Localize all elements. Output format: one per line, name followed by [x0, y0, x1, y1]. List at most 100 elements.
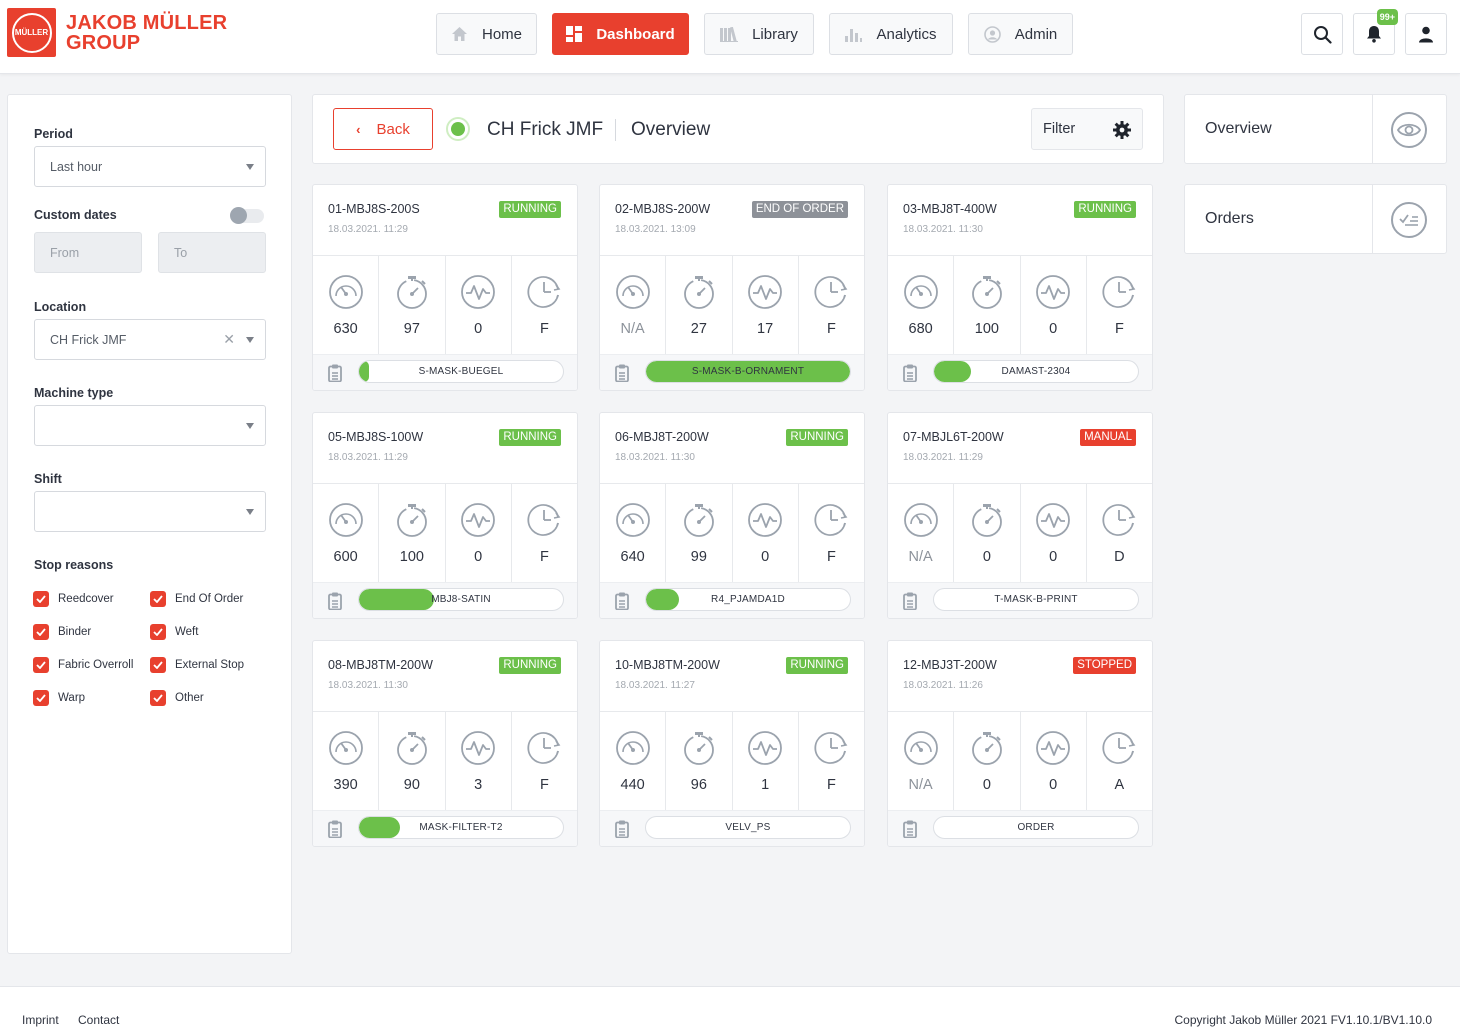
metric-value-shift: A — [1114, 777, 1125, 793]
from-date-placeholder: From — [50, 245, 80, 260]
brand-logo[interactable]: MÜLLER JAKOB MÜLLER GROUP — [7, 8, 227, 57]
filter-button[interactable]: Filter — [1031, 108, 1143, 150]
machine-card[interactable]: 05-MBJ8S-100W 18.03.2021. 11:29 RUNNING 600… — [312, 412, 578, 619]
machine-metric-efficiency: 100 — [379, 484, 446, 582]
order-progress-bar[interactable]: S-MASK-B-ORNAMENT — [645, 360, 851, 383]
from-date-input[interactable]: From — [34, 232, 142, 273]
machine-metrics: 640 99 0 F — [600, 483, 864, 582]
machine-metric-shift: F — [1087, 256, 1152, 354]
metric-value-efficiency: 99 — [690, 549, 707, 565]
contact-link[interactable]: Contact — [78, 1013, 119, 1027]
order-progress-bar[interactable]: VELV_PS — [645, 816, 851, 839]
status-badge: RUNNING — [499, 429, 561, 446]
machine-timestamp: 18.03.2021. 11:30 — [328, 680, 408, 691]
stop-reason-label: Other — [175, 692, 204, 704]
metric-value-efficiency: 0 — [982, 777, 991, 793]
stop-reason-checkbox[interactable]: Other — [150, 690, 204, 706]
machine-card[interactable]: 10-MBJ8TM-200W 18.03.2021. 11:27 RUNNING 44… — [599, 640, 865, 847]
status-badge: RUNNING — [499, 657, 561, 674]
metric-value-efficiency: 90 — [403, 777, 420, 793]
pulse-icon — [1035, 502, 1071, 538]
period-select[interactable]: Last hour — [34, 146, 266, 187]
machine-card[interactable]: 02-MBJ8S-200W 18.03.2021. 13:09 END OF ORD… — [599, 184, 865, 391]
metric-value-stops: 3 — [474, 777, 483, 793]
machine-card[interactable]: 03-MBJ8T-400W 18.03.2021. 11:30 RUNNING 680… — [887, 184, 1153, 391]
stop-reason-checkbox[interactable]: Weft — [150, 624, 198, 640]
machine-card[interactable]: 01-MBJ8S-200S 18.03.2021. 11:29 RUNNING 630… — [312, 184, 578, 391]
stop-reason-checkbox[interactable]: Warp — [33, 690, 85, 706]
to-date-input[interactable]: To — [158, 232, 266, 273]
nav-analytics-label: Analytics — [876, 25, 937, 43]
nav-library-button[interactable]: Library — [704, 13, 814, 55]
metric-value-efficiency: 96 — [690, 777, 707, 793]
machine-metric-efficiency: 99 — [666, 484, 733, 582]
copyright-text: Copyright Jakob Müller 2021 FV1.10.1/BV1… — [1174, 1013, 1432, 1027]
stop-reason-checkbox[interactable]: Fabric Overroll — [33, 657, 133, 673]
machine-metrics: N/A 0 0 D — [888, 483, 1152, 582]
machine-card[interactable]: 12-MBJ3T-200W 18.03.2021. 11:26 STOPPED N/A… — [887, 640, 1153, 847]
machine-metric-speed: N/A — [600, 256, 667, 354]
machine-name: 10-MBJ8TM-200W — [615, 658, 720, 672]
profile-button[interactable] — [1405, 13, 1447, 55]
order-progress-bar[interactable]: DAMAST-2304 — [933, 360, 1139, 383]
metric-value-efficiency: 97 — [403, 321, 420, 337]
stop-reason-checkbox[interactable]: Binder — [33, 624, 91, 640]
order-progress-bar[interactable]: ORDER — [933, 816, 1139, 839]
analytics-icon — [845, 28, 863, 42]
machine-metric-speed: 390 — [313, 712, 380, 810]
filter-sidebar: Period Last hour Custom dates From To Lo… — [7, 94, 292, 954]
metric-value-stops: 0 — [474, 549, 483, 565]
stop-reason-checkbox[interactable]: Reedcover — [33, 591, 114, 607]
machine-type-select[interactable] — [34, 405, 266, 446]
order-name: MBJ8-SATIN — [431, 594, 491, 605]
search-button[interactable] — [1301, 13, 1343, 55]
speedometer-icon — [615, 730, 651, 766]
nav-dashboard-button[interactable]: Dashboard — [552, 13, 689, 55]
custom-dates-toggle[interactable] — [230, 207, 264, 224]
clock-icon — [813, 274, 849, 310]
order-progress-bar[interactable]: S-MASK-BUEGEL — [358, 360, 564, 383]
order-progress-bar[interactable]: MBJ8-SATIN — [358, 588, 564, 611]
notifications-button[interactable]: 99+ — [1353, 9, 1398, 55]
order-progress-bar[interactable]: T-MASK-B-PRINT — [933, 588, 1139, 611]
overview-panel[interactable]: Overview — [1184, 94, 1447, 164]
eye-icon[interactable] — [1391, 112, 1427, 148]
stop-reason-checkbox[interactable]: End Of Order — [150, 591, 243, 607]
clear-icon[interactable]: ✕ — [223, 331, 235, 348]
imprint-link[interactable]: Imprint — [22, 1013, 59, 1027]
order-progress-bar[interactable]: MASK-FILTER-T2 — [358, 816, 564, 839]
orders-panel[interactable]: Orders — [1184, 184, 1447, 254]
stopwatch-icon — [394, 502, 430, 538]
back-button[interactable]: ‹ Back — [333, 108, 433, 150]
stop-reason-checkbox[interactable]: External Stop — [150, 657, 244, 673]
nav-dashboard-label: Dashboard — [596, 25, 675, 43]
machine-card[interactable]: 06-MBJ8T-200W 18.03.2021. 11:30 RUNNING 640… — [599, 412, 865, 619]
metric-value-stops: 0 — [1049, 777, 1058, 793]
speedometer-icon — [903, 502, 939, 538]
pulse-icon — [460, 730, 496, 766]
clock-icon — [813, 730, 849, 766]
custom-dates-label: Custom dates — [34, 208, 117, 222]
nav-analytics-button[interactable]: Analytics — [829, 13, 953, 55]
nav-home-button[interactable]: Home — [436, 13, 537, 55]
stopwatch-icon — [969, 730, 1005, 766]
machine-name: 01-MBJ8S-200S — [328, 202, 420, 216]
order-progress-bar[interactable]: R4_PJAMDA1D — [645, 588, 851, 611]
shift-select[interactable] — [34, 491, 266, 532]
stopwatch-icon — [969, 274, 1005, 310]
nav-admin-button[interactable]: Admin — [968, 13, 1073, 55]
page-footer: Imprint Contact Copyright Jakob Müller 2… — [0, 986, 1460, 1028]
checklist-icon[interactable] — [1391, 202, 1427, 238]
machine-card[interactable]: 07-MBJL6T-200W 18.03.2021. 11:29 MANUAL N/A… — [887, 412, 1153, 619]
dashboard-icon — [566, 26, 583, 42]
checkmark-icon — [150, 591, 166, 607]
stopwatch-icon — [681, 502, 717, 538]
machine-card[interactable]: 08-MBJ8TM-200W 18.03.2021. 11:30 RUNNING 39… — [312, 640, 578, 847]
checkmark-icon — [33, 690, 49, 706]
machine-metric-shift: A — [1087, 712, 1152, 810]
order-footer: VELV_PS — [600, 810, 864, 846]
panel-divider — [1372, 185, 1373, 253]
title-divider — [615, 119, 616, 141]
machine-metric-efficiency: 90 — [379, 712, 446, 810]
location-select[interactable]: CH Frick JMF ✕ — [34, 319, 266, 360]
